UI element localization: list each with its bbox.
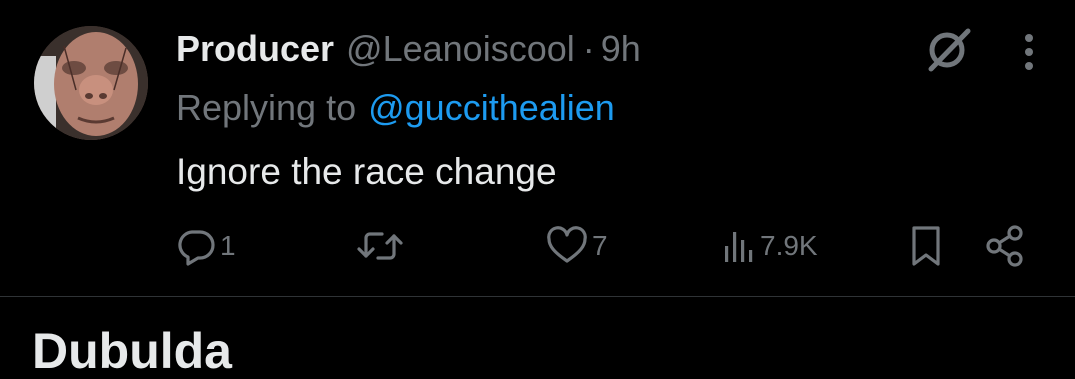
view-count: 7.9K bbox=[760, 230, 818, 261]
retweet-icon bbox=[356, 226, 404, 266]
grok-icon[interactable] bbox=[919, 22, 975, 78]
tweet[interactable]: Producer @Leanoiscool · 9h Replying to @… bbox=[0, 0, 1075, 296]
divider bbox=[0, 296, 1075, 297]
views-button[interactable]: 7.9K bbox=[722, 222, 818, 270]
bookmark-icon bbox=[908, 224, 944, 268]
share-button[interactable] bbox=[984, 222, 1026, 270]
tweet-top-actions bbox=[919, 22, 1039, 78]
retweet-button[interactable] bbox=[356, 222, 408, 270]
avatar[interactable] bbox=[34, 26, 148, 140]
reply-icon bbox=[176, 226, 216, 266]
reply-count: 1 bbox=[220, 230, 236, 261]
user-handle[interactable]: @Leanoiscool bbox=[346, 28, 575, 70]
heart-icon bbox=[546, 226, 588, 266]
reply-button[interactable]: 1 bbox=[176, 222, 236, 270]
share-icon bbox=[984, 224, 1026, 268]
avatar-photo bbox=[34, 26, 148, 140]
replying-to: Replying to @guccithealien bbox=[176, 84, 615, 132]
views-chart-icon bbox=[722, 226, 756, 266]
next-section-heading: Dubulda bbox=[32, 323, 232, 379]
like-button[interactable]: 7 bbox=[546, 222, 608, 270]
display-name[interactable]: Producer bbox=[176, 28, 334, 70]
bookmark-button[interactable] bbox=[908, 222, 944, 270]
like-count: 7 bbox=[592, 230, 608, 261]
timestamp[interactable]: 9h bbox=[601, 28, 641, 70]
tweet-text: Ignore the race change bbox=[176, 151, 557, 192]
replying-to-label: Replying to bbox=[176, 87, 357, 128]
tweet-actions: 1 7 7.9K bbox=[172, 222, 1032, 270]
tweet-header: Producer @Leanoiscool · 9h bbox=[176, 24, 641, 74]
separator-dot: · bbox=[582, 28, 595, 69]
more-vertical-icon[interactable] bbox=[1019, 22, 1039, 78]
replying-to-handle-link[interactable]: @guccithealien bbox=[368, 87, 615, 129]
